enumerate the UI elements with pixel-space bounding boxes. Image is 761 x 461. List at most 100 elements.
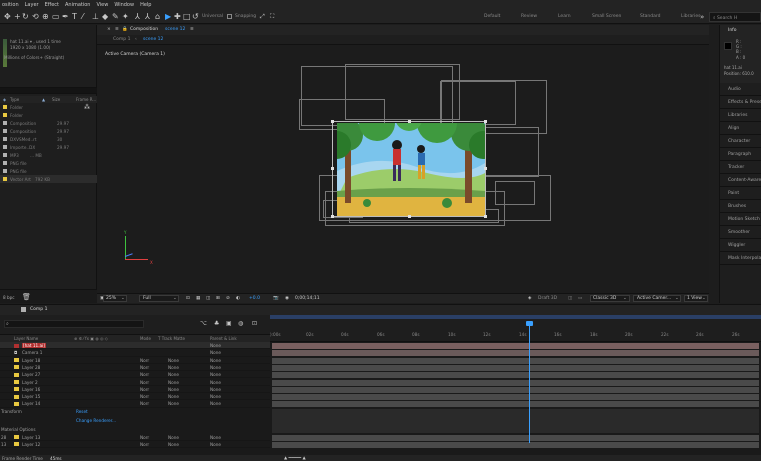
table-row[interactable]: 28 Layer 13 Norr None None (0, 434, 270, 441)
puppet-tool-icon[interactable]: ✦ (122, 12, 129, 21)
axis-world-icon[interactable]: ⅄ (145, 12, 150, 21)
trash-icon[interactable]: 🗑 (22, 293, 31, 301)
layer-parent-value[interactable]: None (210, 394, 221, 399)
panel-align[interactable]: Align (720, 122, 761, 135)
layer-mode-value[interactable]: Norr (140, 435, 149, 440)
panel-character[interactable]: Character (720, 135, 761, 148)
panel-tracker[interactable]: Tracker (720, 161, 761, 174)
table-row[interactable]: Layer 27 Norr None None (0, 371, 270, 379)
layer-duration-bar[interactable] (272, 401, 759, 408)
layer-mode-value[interactable]: Norr (140, 380, 149, 385)
grid-icon[interactable]: ⊞ (216, 296, 220, 301)
layer-duration-bar[interactable] (272, 350, 759, 357)
workspace-small-screen[interactable]: Small Screen (592, 14, 621, 19)
layer-parent-value[interactable]: None (210, 387, 221, 392)
selected-layer-bounds[interactable] (331, 120, 487, 218)
reset-link[interactable]: Reset (76, 409, 88, 414)
layer-name[interactable]: Layer 18 (22, 358, 40, 363)
orbit-camera-icon[interactable]: ⟲ (32, 12, 39, 21)
material-options-label[interactable]: Material Options (1, 427, 36, 432)
layer-parent-value[interactable]: None (210, 350, 221, 355)
table-row[interactable]: Layer 15 Norr None None (0, 393, 270, 401)
panel-libraries[interactable]: Libraries (720, 109, 761, 122)
time-ruler[interactable]: ):00s 02s 04s 06s 08s 10s 12s 14s 16s 18… (270, 315, 761, 342)
column-type[interactable]: Type (10, 97, 19, 102)
table-row[interactable]: Layer 18 Norr None None (0, 357, 270, 364)
list-item[interactable]: MP3... MB (0, 151, 97, 159)
transform-handle[interactable] (408, 215, 411, 218)
composition-tab-title[interactable]: Composition (130, 27, 158, 32)
snapping-checkbox[interactable] (227, 14, 232, 19)
layer-parent-value[interactable]: None (210, 358, 221, 363)
column-track-matte[interactable]: T Track Matte (158, 336, 185, 341)
layer-mode-value[interactable]: Norr (140, 365, 149, 370)
transform-handle[interactable] (331, 215, 334, 218)
draft-3d-icon[interactable]: ◈ (528, 296, 531, 301)
panel-paint[interactable]: Paint (720, 187, 761, 200)
rotate-tool-icon[interactable]: ↻ (22, 12, 29, 21)
property-group-transform[interactable]: Transform Reset (0, 408, 270, 415)
transform-handle[interactable] (408, 120, 411, 123)
list-item[interactable]: Folder (0, 103, 97, 111)
layer-duration-bar[interactable] (272, 441, 759, 448)
breadcrumb-comp-1[interactable]: Comp 1 (113, 37, 130, 42)
comp-flowchart-icon[interactable]: ⌥ (200, 320, 207, 327)
rotation-tool-icon[interactable]: ↺ (192, 12, 199, 21)
layer-name[interactable]: Layer 2 (22, 380, 38, 385)
menu-item-window[interactable]: Window (114, 2, 134, 8)
transform-handle[interactable] (484, 120, 487, 123)
lock-icon[interactable]: 🔒 (122, 27, 128, 32)
table-row[interactable]: 13 Layer 12 Norr None None (0, 441, 270, 449)
layer-name[interactable]: [hat 11.ai] (22, 342, 46, 348)
layer-parent-value[interactable]: None (210, 372, 221, 377)
layer-matte-value[interactable]: None (168, 387, 179, 392)
table-row[interactable]: [hat 11.ai] None (0, 342, 270, 350)
transform-handle[interactable] (484, 167, 487, 170)
list-item[interactable]: Importe..DX 29.97 (0, 143, 97, 151)
project-search-input[interactable] (0, 87, 97, 94)
axis-local-icon[interactable]: ⅄ (135, 12, 140, 21)
bpc-toggle[interactable]: 8 bpc (3, 295, 15, 300)
snap-options-icon[interactable]: ⤢ (260, 12, 265, 21)
work-area-bar[interactable] (270, 315, 761, 319)
pen-tool-icon[interactable]: ✒ (62, 12, 69, 21)
list-item[interactable]: PNG file (0, 159, 97, 167)
layer-parent-value[interactable]: None (210, 365, 221, 370)
shy-layers-icon[interactable]: ♣ (214, 320, 219, 327)
list-item[interactable]: Vector Art 792 KB (0, 175, 97, 183)
camera-snapshot-icon[interactable]: 📷 (273, 296, 279, 301)
change-renderer-link[interactable]: Change Renderer... (76, 418, 116, 423)
layer-name[interactable]: Layer 16 (22, 387, 40, 392)
layer-wireframe[interactable] (495, 181, 535, 205)
menu-item-effect[interactable]: Effect (45, 2, 59, 8)
table-row[interactable]: ◘ Camera 1 None (0, 349, 270, 357)
sort-icon[interactable]: ▲ (42, 97, 45, 102)
panel-mask-interpolation[interactable]: Mask Interpolation (720, 252, 761, 265)
transform-handle[interactable] (331, 167, 334, 170)
menu-item-view[interactable]: View (96, 2, 108, 8)
pan-behind-icon[interactable]: ⊕ (42, 12, 49, 21)
layer-duration-bar[interactable] (272, 386, 759, 393)
brush-tool-icon[interactable]: ⁄ (82, 12, 83, 21)
show-snapshot-icon[interactable]: ◉ (285, 296, 289, 301)
list-item[interactable]: Folder (0, 111, 97, 119)
menu-item-layer[interactable]: Layer (25, 2, 39, 8)
layer-name[interactable]: Layer 14 (22, 401, 40, 406)
layer-parent-value[interactable]: None (210, 343, 221, 348)
layer-matte-value[interactable]: None (168, 435, 179, 440)
list-item[interactable]: PNG file (0, 167, 97, 175)
workspace-learn[interactable]: Learn (558, 14, 571, 19)
layer-duration-bar[interactable] (272, 379, 759, 386)
snap-expand-icon[interactable]: ⛶ (270, 12, 274, 21)
ground-plane-icon[interactable]: ▭ (578, 296, 582, 301)
workspace-overflow-icon[interactable]: » (700, 13, 704, 21)
transform-handle[interactable] (331, 120, 334, 123)
layer-matte-value[interactable]: None (168, 442, 179, 447)
transform-label[interactable]: Transform (1, 409, 22, 414)
workspace-default[interactable]: Default (484, 14, 500, 19)
panel-brushes[interactable]: Brushes (720, 200, 761, 213)
info-panel-title[interactable]: Info (728, 28, 737, 33)
layer-parent-value[interactable]: None (210, 380, 221, 385)
layer-matte-value[interactable]: None (168, 358, 179, 363)
panel-smoother[interactable]: Smoother (720, 226, 761, 239)
